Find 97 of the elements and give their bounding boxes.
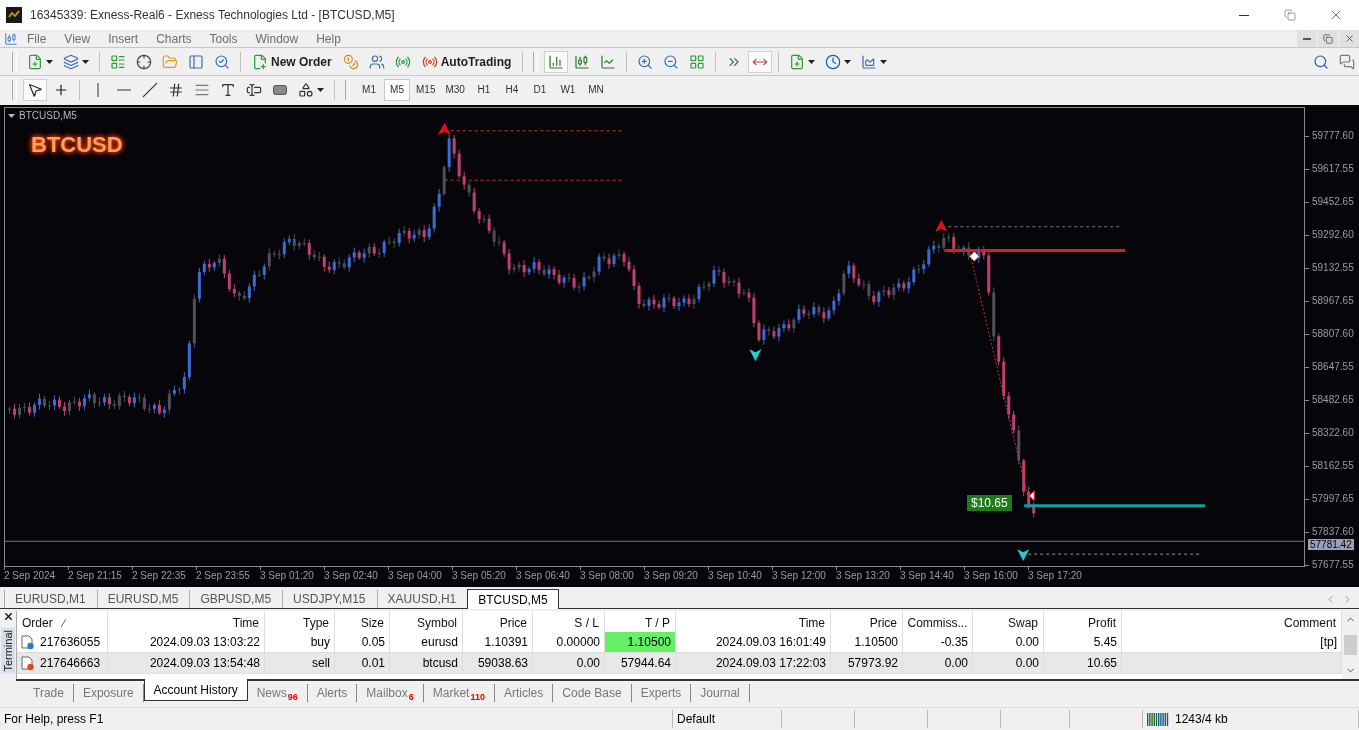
time-axis-label: 3 Sep 08:00 (580, 567, 644, 587)
terminal-tab[interactable]: Account History (143, 679, 248, 701)
price-axis-label: 59292.60 (1305, 230, 1359, 263)
table-cell: 2024.09.03 17:22:03 (676, 653, 831, 674)
price-axis-label: 59132.55 (1305, 263, 1359, 296)
menu-item[interactable]: Insert (99, 30, 148, 47)
table-cell: 57944.64 (605, 653, 676, 674)
terminal-tab[interactable]: Exposure (73, 684, 144, 702)
menu-item[interactable]: Charts (147, 30, 201, 47)
table-cell: 217636055 (17, 632, 108, 653)
new-order-button[interactable]: New Order (247, 50, 337, 73)
table-cell: 0.00 (903, 653, 973, 674)
price-axis-label: 57677.55 (1305, 560, 1359, 587)
table-cell: 0.00000 (533, 632, 605, 653)
timeframe-button[interactable]: M1 (356, 78, 382, 101)
price-axis-label: 57997.65 (1305, 494, 1359, 527)
price-axis-label: 59452.65 (1305, 197, 1359, 230)
table-cell: btcusd (390, 653, 463, 674)
auto-trading-button[interactable]: AutoTrading (416, 50, 517, 73)
table-cell: eurusd (390, 632, 463, 653)
price-axis-label: 59777.60 (1305, 131, 1359, 164)
price-axis-label: 58322.60 (1305, 428, 1359, 461)
time-axis-label: 3 Sep 02:40 (324, 567, 388, 587)
table-cell: 2024.09.03 13:54:48 (108, 653, 265, 674)
time-axis-label: 3 Sep 09:20 (644, 567, 708, 587)
time-axis-label: 3 Sep 10:40 (708, 567, 772, 587)
menu-item[interactable]: Help (307, 30, 350, 47)
price-axis-label: 59617.55 (1305, 164, 1359, 197)
menu-item[interactable]: File (18, 30, 56, 47)
table-cell: 1.10391 (463, 632, 533, 653)
chart-tab[interactable]: USDJPY,M15 (282, 590, 377, 608)
timeframe-button[interactable]: D1 (526, 78, 553, 101)
time-axis-label: 3 Sep 17:20 (1028, 567, 1092, 587)
symbol-label: BTCUSD (31, 132, 123, 158)
price-axis-label: 58647.55 (1305, 362, 1359, 395)
menu-item[interactable]: Tools (200, 30, 247, 47)
time-axis-label: 3 Sep 06:40 (516, 567, 580, 587)
time-axis-label: 2 Sep 21:15 (68, 567, 132, 587)
table-cell: 1.10500 (831, 632, 903, 653)
terminal-tab[interactable]: Journal (691, 684, 750, 702)
time-axis-label: 3 Sep 01:20 (260, 567, 324, 587)
time-axis-label: 3 Sep 04:00 (388, 567, 452, 587)
terminal-label: Terminal (1, 628, 15, 674)
menu-item[interactable]: Window (246, 30, 308, 47)
price-axis-label: 58162.55 (1305, 461, 1359, 494)
timeframe-button[interactable]: M30 (441, 78, 469, 101)
chart-tab[interactable]: BTCUSD,M5 (467, 589, 559, 609)
table-cell: 0.01 (335, 653, 390, 674)
table-cell: buy (265, 632, 335, 653)
timeframe-button[interactable]: MN (582, 78, 609, 101)
timeframe-button[interactable]: W1 (554, 78, 581, 101)
terminal-tab[interactable]: Articles (494, 684, 554, 702)
current-price-label: 57781.42 (1308, 539, 1354, 550)
timeframe-button[interactable]: M15 (412, 78, 440, 101)
status-profile-text: Default (673, 710, 782, 728)
terminal-tab[interactable]: Alerts (307, 684, 358, 702)
traffic-text: 1243/4 kb (1175, 712, 1228, 726)
time-axis-label: 2 Sep 23:55 (196, 567, 260, 587)
timeframe-button[interactable]: H4 (498, 78, 525, 101)
time-axis-label: 2 Sep 22:35 (132, 567, 196, 587)
time-axis-label: 3 Sep 16:00 (964, 567, 1028, 587)
table-cell: 1.10500 (605, 632, 676, 653)
profit-label: $10.65 (967, 495, 1012, 511)
chart-symbol-text: BTCUSD,M5 (19, 110, 77, 121)
price-axis-label: 58482.65 (1305, 395, 1359, 428)
terminal-tab[interactable]: Experts (631, 684, 692, 702)
price-axis-label: 58967.65 (1305, 296, 1359, 329)
table-cell: 2024.09.03 13:03:22 (108, 632, 265, 653)
time-axis-label: 3 Sep 13:20 (836, 567, 900, 587)
table-cell: 2024.09.03 16:01:49 (676, 632, 831, 653)
table-cell: 0.00 (973, 653, 1044, 674)
table-cell: 217646663 (17, 653, 108, 674)
window-title: 16345339: Exness-Real6 - Exness Technologies Ltd - [BTCUSD,M5] (30, 8, 396, 22)
menu-item[interactable]: View (55, 30, 100, 47)
table-cell: sell (265, 653, 335, 674)
chart-tab[interactable]: GBPUSD,M5 (189, 590, 283, 608)
table-cell: -0.35 (903, 632, 973, 653)
time-axis-label: 2 Sep 2024 (4, 567, 68, 587)
time-axis-label: 3 Sep 12:00 (772, 567, 836, 587)
timeframe-button[interactable]: M5 (384, 78, 410, 101)
table-cell: 0.00 (973, 632, 1044, 653)
table-cell: 0.05 (335, 632, 390, 653)
chart-tab[interactable]: EURUSD,M5 (96, 590, 190, 608)
time-axis-label: 3 Sep 05:20 (452, 567, 516, 587)
table-cell: 10.65 (1044, 653, 1122, 674)
chart-tab[interactable]: EURUSD,M1 (4, 590, 97, 608)
table-cell: 59038.63 (463, 653, 533, 674)
table-cell: 57973.92 (831, 653, 903, 674)
time-axis-label: 3 Sep 14:40 (900, 567, 964, 587)
terminal-tab[interactable]: Code Base (553, 684, 632, 702)
table-cell: 0.00 (533, 653, 605, 674)
timeframe-button[interactable]: H1 (470, 78, 497, 101)
table-cell: [tp] (1122, 632, 1342, 653)
status-help-text: For Help, press F1 (0, 710, 673, 728)
terminal-tab[interactable]: Trade (24, 684, 74, 702)
price-axis-label: 58807.60 (1305, 329, 1359, 362)
table-cell: 5.45 (1044, 632, 1122, 653)
